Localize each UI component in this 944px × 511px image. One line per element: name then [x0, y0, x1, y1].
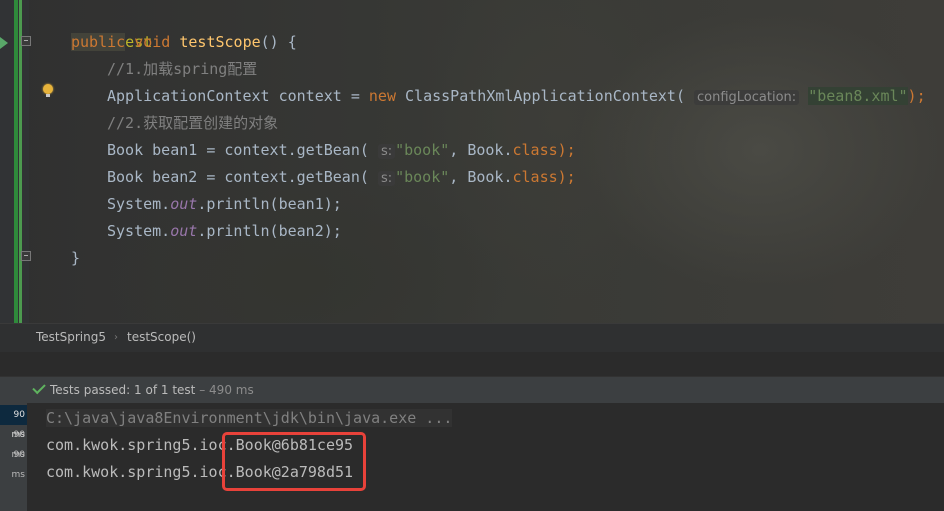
- context-class: ClassPathXmlApplicationContext(: [396, 87, 685, 105]
- method-name: testScope: [179, 33, 261, 51]
- book-string: "book": [395, 141, 450, 159]
- check-icon: [32, 380, 46, 395]
- parameter-hint: configLocation:: [694, 90, 800, 105]
- parameter-hint-s: s:: [377, 144, 396, 159]
- test-tree-row[interactable]: 90 ms: [0, 425, 27, 460]
- parameter-hint-s: s:: [377, 171, 396, 186]
- test-tree[interactable]: 90 ms 90 ms 90 ms: [0, 403, 27, 511]
- comment-1: //1.加载spring配置: [107, 60, 258, 78]
- code-line-8: System.out.println(bean1);: [107, 191, 342, 218]
- breadcrumb-class[interactable]: TestSpring5: [36, 324, 106, 351]
- method-signature-tail: () {: [260, 33, 297, 51]
- code-editor[interactable]: @Test public void testScope() { //1.加载sp…: [0, 0, 944, 323]
- out-field: out: [170, 222, 198, 240]
- status-dash: –: [199, 383, 206, 397]
- status-label: Tests passed:: [50, 383, 131, 397]
- vcs-change-marker-2: [19, 0, 22, 323]
- fold-toggle-end-icon[interactable]: [21, 251, 31, 261]
- panel-divider: [0, 352, 944, 376]
- status-of: of 1 test: [145, 383, 196, 397]
- status-time: 490 ms: [209, 383, 254, 397]
- code-line-1: @Test: [71, 2, 152, 51]
- println-call-2: .println(bean2);: [197, 222, 342, 240]
- test-status-text: Tests passed: 1 of 1 test – 490 ms: [50, 377, 254, 403]
- fold-toggle-icon[interactable]: [21, 36, 31, 46]
- statement-end: );: [907, 87, 926, 105]
- closing-brace: }: [71, 249, 81, 267]
- context-declaration: ApplicationContext context =: [107, 87, 369, 105]
- keyword-class: class: [512, 168, 558, 186]
- code-line-10: }: [71, 245, 80, 272]
- run-console[interactable]: 90 ms 90 ms 90 ms C:\java\java8Environme…: [0, 403, 944, 511]
- keyword-new: new: [368, 87, 396, 105]
- code-line-5: //2.获取配置创建的对象: [107, 110, 278, 137]
- system-class: System.: [107, 195, 171, 213]
- code-line-2: public void testScope() {: [71, 29, 297, 56]
- comment-2: //2.获取配置创建的对象: [107, 114, 279, 132]
- test-status-bar: Tests passed: 1 of 1 test – 490 ms: [0, 376, 944, 403]
- class-arg: , Book.: [449, 141, 513, 159]
- statement-end: );: [557, 141, 576, 159]
- breadcrumb-method[interactable]: testScope(): [127, 324, 196, 351]
- test-tree-row[interactable]: 90 ms: [0, 445, 27, 480]
- test-tree-row[interactable]: 90 ms: [0, 405, 27, 440]
- status-count: 1: [134, 383, 142, 397]
- vcs-change-marker: [14, 0, 18, 323]
- code-line-7: Book bean2 = context.getBean( s: "book", …: [107, 164, 576, 191]
- config-string: "bean8.xml": [808, 87, 908, 105]
- console-line: C:\java\java8Environment\jdk\bin\java.ex…: [46, 405, 453, 432]
- highlight-annotation-box: [222, 432, 366, 491]
- keyword-void: void: [134, 33, 171, 51]
- statement-end: );: [557, 168, 576, 186]
- keyword-class: class: [512, 141, 558, 159]
- book-string: "book": [395, 168, 450, 186]
- breadcrumb-separator: ›: [114, 332, 118, 343]
- lightbulb-icon[interactable]: [43, 84, 53, 97]
- code-line-4: ApplicationContext context = new ClassPa…: [107, 83, 926, 110]
- bean1-declaration: Book bean1 = context.getBean(: [107, 141, 369, 159]
- code-line-6: Book bean1 = context.getBean( s: "book", …: [107, 137, 576, 164]
- system-class: System.: [107, 222, 171, 240]
- keyword-public: public: [71, 33, 126, 51]
- out-field: out: [170, 195, 198, 213]
- breadcrumb: TestSpring5 › testScope(): [0, 323, 944, 352]
- run-test-icon[interactable]: [0, 37, 8, 49]
- java-command[interactable]: C:\java\java8Environment\jdk\bin\java.ex…: [46, 409, 453, 427]
- code-line-9: System.out.println(bean2);: [107, 218, 342, 245]
- code-line-3: //1.加载spring配置: [107, 56, 257, 83]
- println-call-1: .println(bean1);: [197, 195, 342, 213]
- bean2-declaration: Book bean2 = context.getBean(: [107, 168, 369, 186]
- class-arg: , Book.: [449, 168, 513, 186]
